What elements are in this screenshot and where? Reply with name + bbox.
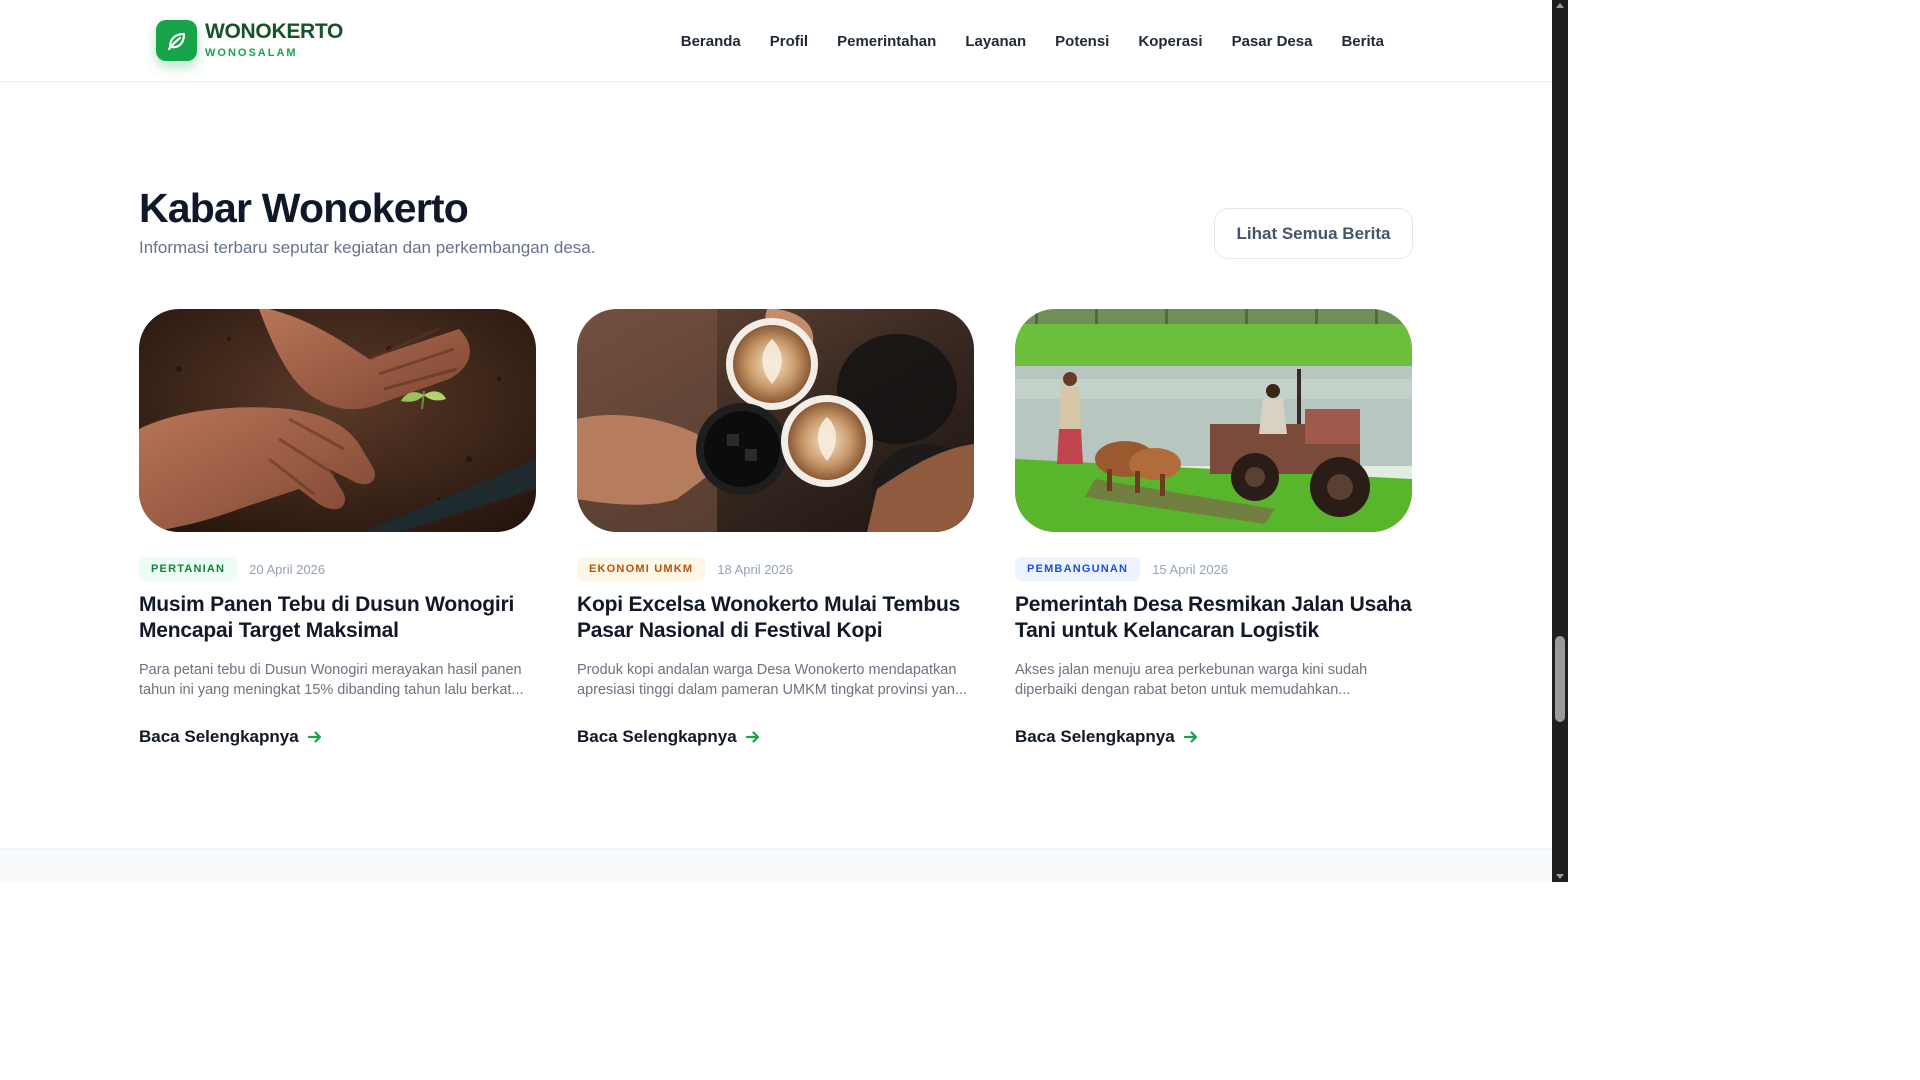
- news-card: PERTANIAN 20 April 2026 Musim Panen Tebu…: [139, 309, 536, 746]
- read-more-link[interactable]: Baca Selengkapnya: [577, 727, 761, 747]
- scroll-up-icon[interactable]: [1556, 3, 1564, 8]
- page: WONOKERTO WONOSALAM Beranda Profil Pemer…: [0, 0, 1568, 882]
- card-meta: PEMBANGUNAN 15 April 2026: [1015, 557, 1228, 581]
- post-date: 20 April 2026: [249, 561, 326, 577]
- card-excerpt: Para petani tebu di Dusun Wonogiri meray…: [139, 662, 524, 698]
- nav-item-layanan[interactable]: Layanan: [965, 33, 1026, 50]
- arrow-right-icon: [307, 731, 321, 743]
- next-section-band: [0, 848, 1552, 882]
- scrollbar-thumb[interactable]: [1555, 636, 1565, 722]
- coffee-cups-toast-image[interactable]: [577, 309, 974, 532]
- nav-item-pasar-desa[interactable]: Pasar Desa: [1232, 33, 1313, 50]
- scroll-down-icon[interactable]: [1556, 874, 1564, 879]
- nav-item-berita[interactable]: Berita: [1341, 33, 1384, 50]
- read-more-link[interactable]: Baca Selengkapnya: [1015, 727, 1199, 747]
- brand-home-link[interactable]: WONOKERTO WONOSALAM: [156, 20, 343, 61]
- category-badge: EKONOMI UMKM: [577, 557, 706, 581]
- read-more-label: Baca Selengkapnya: [577, 727, 737, 746]
- category-badge: PERTANIAN: [139, 557, 238, 581]
- arrow-right-icon: [1183, 731, 1197, 743]
- read-more-label: Baca Selengkapnya: [1015, 727, 1175, 746]
- hands-planting-seedling-image[interactable]: [139, 309, 536, 532]
- main-nav: Beranda Profil Pemerintahan Layanan Pote…: [652, 0, 1384, 82]
- farmers-tractor-rice-field-image[interactable]: [1015, 309, 1412, 532]
- card-title[interactable]: Kopi Excelsa Wonokerto Mulai Tembus Pasa…: [577, 592, 974, 644]
- card-excerpt: Akses jalan menuju area perkebunan warga…: [1015, 662, 1368, 698]
- nav-item-profil[interactable]: Profil: [770, 33, 808, 50]
- nav-item-pemerintahan[interactable]: Pemerintahan: [837, 33, 936, 50]
- page-scrollbar[interactable]: [1552, 0, 1568, 882]
- news-card: PEMBANGUNAN 15 April 2026 Pemerintah Des…: [1015, 309, 1412, 746]
- card-title[interactable]: Pemerintah Desa Resmikan Jalan Usaha Tan…: [1015, 592, 1412, 644]
- nav-item-potensi[interactable]: Potensi: [1055, 33, 1109, 50]
- card-excerpt: Produk kopi andalan warga Desa Wonokerto…: [577, 662, 968, 698]
- post-date: 15 April 2026: [1152, 561, 1229, 577]
- read-more-label: Baca Selengkapnya: [139, 727, 299, 746]
- card-meta: EKONOMI UMKM 18 April 2026: [577, 557, 793, 581]
- site-header: WONOKERTO WONOSALAM Beranda Profil Pemer…: [0, 0, 1552, 82]
- section-title: Kabar Wonokerto: [139, 185, 469, 231]
- brand-name: WONOKERTO: [205, 20, 344, 43]
- card-meta: PERTANIAN 20 April 2026: [139, 557, 325, 581]
- category-badge: PEMBANGUNAN: [1015, 557, 1141, 581]
- card-title[interactable]: Musim Panen Tebu di Dusun Wonogiri Menca…: [139, 592, 536, 644]
- arrow-right-icon: [745, 731, 759, 743]
- news-card: EKONOMI UMKM 18 April 2026 Kopi Excelsa …: [577, 309, 974, 746]
- section-subtitle: Informasi terbaru seputar kegiatan dan p…: [139, 238, 596, 257]
- post-date: 18 April 2026: [717, 561, 794, 577]
- read-more-link[interactable]: Baca Selengkapnya: [139, 727, 323, 747]
- leaf-icon: [156, 20, 197, 61]
- nav-item-koperasi[interactable]: Koperasi: [1138, 33, 1202, 50]
- nav-item-beranda[interactable]: Beranda: [681, 33, 741, 50]
- see-all-news-button[interactable]: Lihat Semua Berita: [1214, 208, 1413, 259]
- brand-subtitle: WONOSALAM: [205, 47, 298, 59]
- brand-text: WONOKERTO WONOSALAM: [205, 20, 344, 59]
